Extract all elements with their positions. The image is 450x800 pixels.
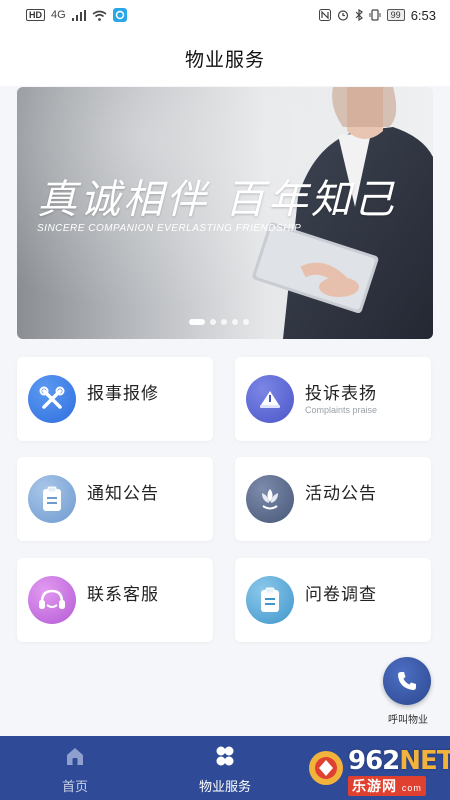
- carousel-dot[interactable]: [232, 319, 238, 325]
- nav-label: 首页: [61, 779, 88, 794]
- site-watermark: 962NET 乐游网 com: [306, 746, 450, 798]
- clipboard-icon: [28, 475, 76, 523]
- carousel-dot-active[interactable]: [189, 319, 205, 325]
- nav-tab-property-service[interactable]: 物业服务: [170, 736, 280, 800]
- service-label: 问卷调查: [305, 585, 377, 604]
- flower-icon: [246, 475, 294, 523]
- bluetooth-icon: [355, 9, 363, 21]
- service-card-activity[interactable]: 活动公告: [235, 457, 431, 541]
- banner-slogan: 真诚相伴 百年知己: [37, 177, 397, 223]
- alarm-icon: [337, 10, 348, 21]
- signal-icon: [71, 9, 86, 21]
- call-property-label[interactable]: 呼叫物业: [380, 711, 436, 726]
- tools-icon: [28, 375, 76, 423]
- clipboard-icon: [246, 576, 294, 624]
- hd-indicator: HD: [26, 9, 45, 21]
- carousel-dot[interactable]: [243, 319, 249, 325]
- clover-icon: [213, 744, 237, 768]
- network-label: 4G: [51, 8, 66, 21]
- phone-icon: [398, 672, 416, 690]
- service-label: 报事报修: [87, 384, 159, 403]
- page-title: 物业服务: [184, 49, 265, 71]
- nav-label: 物业服务: [198, 779, 251, 794]
- vibrate-icon: [369, 9, 381, 21]
- watermark-logo-icon: [309, 751, 343, 785]
- service-label: 联系客服: [87, 585, 159, 604]
- service-sublabel: Complaints praise: [305, 405, 378, 415]
- status-bar: HD 4G 99 6:53: [0, 0, 450, 30]
- clock: 6:53: [410, 7, 436, 23]
- service-card-survey[interactable]: 问卷调查: [235, 558, 431, 642]
- watermark-brand: 962NET: [348, 746, 450, 776]
- carousel-dot[interactable]: [210, 319, 216, 325]
- carousel-indicator: [189, 319, 249, 325]
- app-notification-icon: [112, 8, 127, 22]
- nfc-icon: [318, 9, 331, 21]
- banner-subtitle: SINCERE COMPANION EVERLASTING FRIENDSHIP: [37, 223, 302, 234]
- service-label: 活动公告: [305, 484, 377, 503]
- service-card-repair[interactable]: 报事报修: [17, 357, 213, 441]
- watermark-text: 乐游网 com: [348, 776, 426, 796]
- service-card-support[interactable]: 联系客服: [17, 558, 213, 642]
- carousel-dot[interactable]: [221, 319, 227, 325]
- service-card-notice[interactable]: 通知公告: [17, 457, 213, 541]
- home-icon: [64, 744, 86, 768]
- app-header: 物业服务: [0, 30, 450, 86]
- bottom-nav: 首页 物业服务 962NET 乐游网 com: [0, 736, 450, 800]
- battery-indicator: 99: [386, 9, 405, 21]
- call-property-button[interactable]: [383, 657, 431, 705]
- service-label: 投诉表扬: [305, 384, 377, 403]
- megaphone-icon: [246, 375, 294, 423]
- nav-tab-home[interactable]: 首页: [20, 736, 130, 800]
- wifi-icon: [92, 10, 107, 21]
- service-card-complaint[interactable]: 投诉表扬 Complaints praise: [235, 357, 431, 441]
- promo-banner[interactable]: 真诚相伴 百年知己 SINCERE COMPANION EVERLASTING …: [17, 87, 433, 339]
- headset-icon: [28, 576, 76, 624]
- service-label: 通知公告: [87, 484, 159, 503]
